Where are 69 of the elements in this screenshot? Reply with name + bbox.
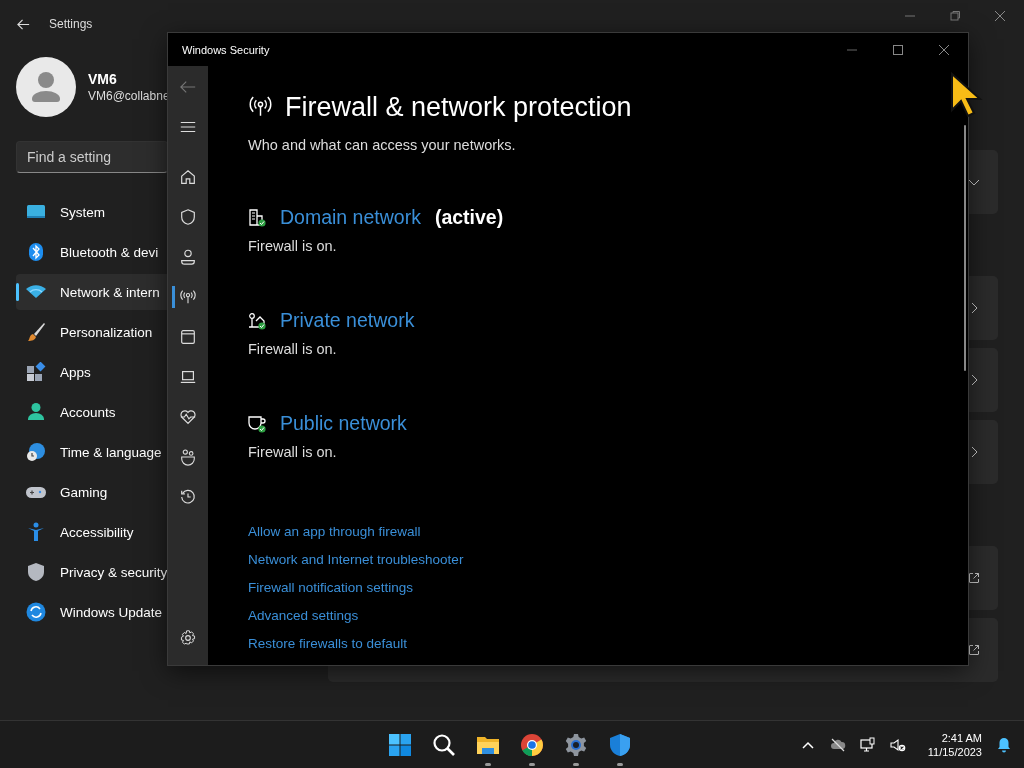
close-icon[interactable] bbox=[994, 10, 1006, 22]
nav-item[interactable]: Windows Update bbox=[16, 594, 168, 630]
speaker-muted-icon[interactable] bbox=[889, 736, 906, 753]
nav-item[interactable]: System bbox=[16, 194, 168, 230]
laptop-icon bbox=[179, 368, 197, 386]
settings-icon[interactable] bbox=[179, 629, 197, 647]
nav-item[interactable]: Accounts bbox=[16, 394, 168, 430]
active-label: (active) bbox=[434, 206, 504, 229]
bell-icon[interactable] bbox=[996, 736, 1012, 753]
external-link-icon bbox=[968, 572, 980, 584]
network-link[interactable]: Public network bbox=[280, 412, 407, 435]
cup-check-icon bbox=[248, 414, 266, 433]
globe-clock-icon bbox=[26, 442, 46, 462]
settings-link[interactable]: Allow an app through firewall bbox=[248, 524, 421, 539]
page-description: Who and what can access your networks. bbox=[248, 137, 517, 153]
browser-window-icon bbox=[179, 328, 197, 346]
nav-item[interactable]: Bluetooth & devi bbox=[16, 234, 168, 270]
nav-item[interactable]: Privacy & security bbox=[16, 554, 168, 590]
firewall-status: Firewall is on. bbox=[248, 444, 338, 460]
nav-item[interactable]: Accessibility bbox=[16, 514, 168, 550]
shield-icon bbox=[608, 732, 632, 757]
house-check-icon bbox=[248, 311, 266, 330]
windows-logo-icon bbox=[388, 732, 412, 757]
avatar-icon bbox=[16, 57, 76, 117]
shield-icon bbox=[26, 562, 46, 582]
user-name: VM6 bbox=[88, 71, 118, 87]
nav-item[interactable]: Time & language bbox=[16, 434, 168, 470]
network-link[interactable]: Private network bbox=[280, 309, 415, 332]
nav-item[interactable]: Network & intern bbox=[16, 274, 168, 310]
browser-icon bbox=[520, 732, 544, 757]
person-icon bbox=[179, 248, 197, 266]
nav-item[interactable]: Gaming bbox=[16, 474, 168, 510]
clock[interactable]: 2:41 AM 11/15/2023 bbox=[927, 731, 982, 758]
search-icon bbox=[432, 732, 456, 757]
close-icon[interactable] bbox=[938, 43, 950, 56]
firewall-status: Firewall is on. bbox=[248, 341, 338, 357]
nav-item[interactable]: Personalization bbox=[16, 314, 168, 350]
window-title: Settings bbox=[49, 17, 93, 31]
window-title: Windows Security bbox=[182, 43, 270, 56]
maximize-icon[interactable] bbox=[949, 10, 961, 22]
person-icon bbox=[26, 402, 46, 422]
user-email: VM6@collabne bbox=[88, 89, 170, 103]
sync-icon bbox=[26, 602, 46, 622]
network-link[interactable]: Domain network bbox=[280, 206, 421, 229]
apps-icon bbox=[26, 362, 46, 382]
firewall-status: Firewall is on. bbox=[248, 238, 338, 254]
settings-link[interactable]: Advanced settings bbox=[248, 608, 359, 623]
building-check-icon bbox=[248, 208, 266, 227]
cloud-off-icon[interactable] bbox=[829, 736, 846, 753]
settings-link[interactable]: Firewall notification settings bbox=[248, 580, 414, 595]
brush-icon bbox=[26, 322, 46, 342]
maximize-icon[interactable] bbox=[892, 43, 904, 56]
antenna-icon bbox=[179, 288, 197, 306]
network-monitor-icon[interactable] bbox=[859, 736, 876, 753]
settings-link[interactable]: Network and Internet troubleshooter bbox=[248, 552, 464, 567]
settings-link[interactable]: Restore firewalls to default bbox=[248, 636, 408, 651]
home-icon bbox=[179, 168, 197, 186]
family-icon bbox=[179, 448, 197, 466]
shield-icon bbox=[179, 208, 197, 226]
heart-pulse-icon bbox=[179, 408, 197, 426]
nav-item[interactable]: Apps bbox=[16, 354, 168, 390]
gear-icon bbox=[564, 732, 588, 757]
accessibility-icon bbox=[26, 522, 46, 542]
scrollbar[interactable] bbox=[964, 125, 966, 371]
bluetooth-icon bbox=[26, 242, 46, 262]
history-icon bbox=[179, 488, 197, 506]
page-heading: Firewall & network protection bbox=[285, 92, 632, 123]
external-link-icon bbox=[968, 644, 980, 656]
search-field[interactable]: Find a setting bbox=[16, 141, 168, 173]
